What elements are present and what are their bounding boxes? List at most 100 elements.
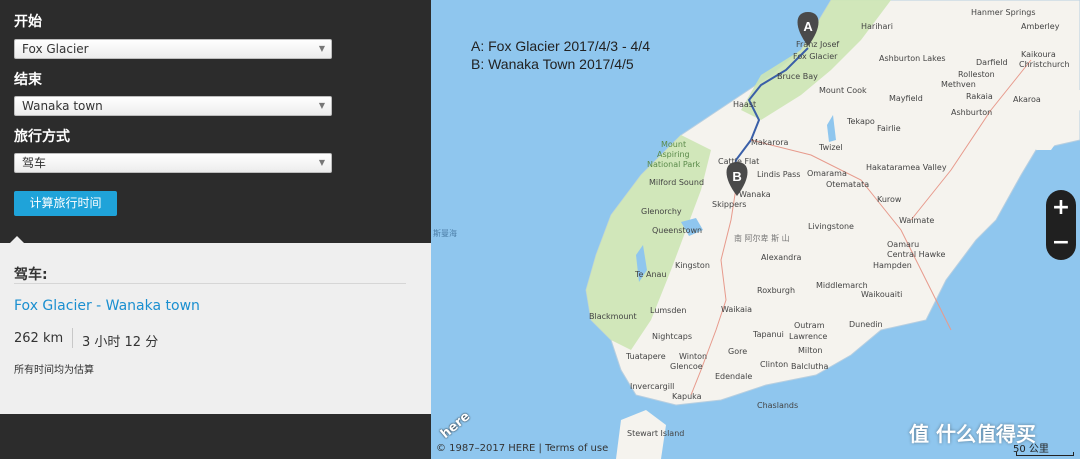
route-from: Fox Glacier xyxy=(14,298,92,314)
park-label: National Park xyxy=(647,160,701,169)
place-label-clinton: Clinton xyxy=(760,360,789,369)
chevron-down-icon: ▼ xyxy=(318,101,325,110)
place-label-waikouaiti: Waikouaiti xyxy=(861,290,903,299)
place-label-outram: Outram xyxy=(794,321,825,330)
place-label-twizel: Twizel xyxy=(819,143,843,152)
place-label-lindis-pass: Lindis Pass xyxy=(757,170,801,179)
route-to: Wanaka town xyxy=(105,298,200,314)
travel-mode-value: 驾车 xyxy=(22,156,47,170)
place-label-skippers: Skippers xyxy=(712,200,747,209)
place-label-christchurch: Christchurch xyxy=(1019,60,1070,69)
place-label-milton: Milton xyxy=(798,346,823,355)
end-select[interactable]: Wanaka town ▼ xyxy=(14,96,332,116)
route-panel: 开始 Fox Glacier ▼ 结束 Wanaka town ▼ 旅行方式 驾… xyxy=(0,0,431,459)
place-label-ashburton: Ashburton xyxy=(951,108,993,117)
place-label-queenstown: Queenstown xyxy=(652,226,703,235)
place-label-middlemarch: Middlemarch xyxy=(816,281,868,290)
place-label-kurow: Kurow xyxy=(877,195,902,204)
result-mode-title: 驾车: xyxy=(14,267,48,283)
route-distance: 262 km xyxy=(14,331,64,346)
place-label-kaikoura: Kaikoura xyxy=(1021,50,1056,59)
result-panel xyxy=(0,243,431,414)
place-label-lawrence: Lawrence xyxy=(789,332,828,341)
place-label-nightcaps: Nightcaps xyxy=(652,332,693,341)
place-label-haast: Haast xyxy=(733,100,757,109)
place-label-hampden: Hampden xyxy=(873,261,912,270)
place-label-otematata: Otematata xyxy=(826,180,870,189)
panel-notch xyxy=(10,236,24,243)
legend-b: B: Wanaka Town 2017/4/5 xyxy=(471,56,634,72)
marker-a-label: A xyxy=(803,19,813,34)
place-label-amberley: Amberley xyxy=(1021,22,1060,31)
legend-a: A: Fox Glacier 2017/4/3 - 4/4 xyxy=(471,38,650,54)
place-label-omarama: Omarama xyxy=(807,169,847,178)
place-label-kapuka: Kapuka xyxy=(672,392,702,401)
place-label-darfield: Darfield xyxy=(976,58,1008,67)
zoom-in-button[interactable]: + xyxy=(1046,190,1076,225)
start-select-value: Fox Glacier xyxy=(22,42,89,56)
place-label-livingstone: Livingstone xyxy=(808,222,854,231)
place-label-fox-glacier: Fox Glacier xyxy=(793,52,838,61)
place-label-roxburgh: Roxburgh xyxy=(757,286,796,295)
place-label-glencoe: Glencoe xyxy=(670,362,703,371)
zoom-control: + − xyxy=(1046,190,1076,260)
place-label-balclutha: Balclutha xyxy=(791,362,829,371)
place-label-hanmer-springs: Hanmer Springs xyxy=(971,8,1036,17)
place-label-winton: Winton xyxy=(679,352,708,361)
estimate-note: 所有时间均为估算 xyxy=(14,365,94,376)
place-label-te-anau: Te Anau xyxy=(635,270,667,279)
route-duration: 3 小时 12 分 xyxy=(82,335,159,350)
place-label-central-hawke: Central Hawke xyxy=(887,250,946,259)
place-label-methven: Methven xyxy=(941,80,976,89)
copyright-text: © 1987–2017 HERE | Terms of use xyxy=(436,443,609,454)
route-separator: - xyxy=(91,298,106,314)
place-label-kingston: Kingston xyxy=(675,261,710,270)
place-label-mayfield: Mayfield xyxy=(889,94,923,103)
place-label-rolleston: Rolleston xyxy=(958,70,995,79)
place-label-tapanui: Tapanui xyxy=(753,330,784,339)
calculate-time-button[interactable]: 计算旅行时间 xyxy=(14,191,117,216)
place-label-bruce-bay: Bruce Bay xyxy=(777,72,818,81)
place-label-tekapo: Tekapo xyxy=(847,117,875,126)
place-label-fairlie: Fairlie xyxy=(877,124,901,133)
place-label-makarora: Makarora xyxy=(751,138,789,147)
place-label-akaroa: Akaroa xyxy=(1013,95,1041,104)
place-label-edendale: Edendale xyxy=(715,372,753,381)
place-label-invercargill: Invercargill xyxy=(630,382,675,391)
place-label-tuatapere: Tuatapere xyxy=(626,352,666,361)
start-select[interactable]: Fox Glacier ▼ xyxy=(14,39,332,59)
end-select-value: Wanaka town xyxy=(22,99,103,113)
place-label-stewart-island: Stewart Island xyxy=(627,429,685,438)
place-label-harihari: Harihari xyxy=(861,22,893,31)
place-label-gore: Gore xyxy=(728,347,748,356)
end-label: 结束 xyxy=(14,72,42,88)
place-label-chaslands: Chaslands xyxy=(757,401,799,410)
range-label: 南 阿尔卑 斯 山 xyxy=(734,234,790,243)
place-label-dunedin: Dunedin xyxy=(849,320,883,329)
park-label: Mount xyxy=(661,140,687,149)
place-label-hakataramea-valley: Hakataramea Valley xyxy=(866,163,947,172)
place-label-alexandra: Alexandra xyxy=(761,253,802,262)
place-label-oamaru: Oamaru xyxy=(887,240,920,249)
travel-mode-select[interactable]: 驾车 ▼ xyxy=(14,153,332,173)
place-label-glenorchy: Glenorchy xyxy=(641,207,682,216)
park-label: Aspiring xyxy=(657,150,690,159)
result-divider xyxy=(14,283,406,284)
place-label-rakaia: Rakaia xyxy=(966,92,993,101)
sea-label: 斯曼海 xyxy=(433,229,457,238)
place-label-lumsden: Lumsden xyxy=(650,306,687,315)
place-label-blackmount: Blackmount xyxy=(589,312,637,321)
place-label-ashburton-lakes: Ashburton Lakes xyxy=(879,54,946,63)
map-view[interactable]: A B A: Fox Glacier 2017/4/3 - 4/4 B: Wan… xyxy=(431,0,1080,459)
zoom-out-button[interactable]: − xyxy=(1046,225,1076,260)
chevron-down-icon: ▼ xyxy=(318,158,325,167)
map-copyright[interactable]: © 1987–2017 HERE | Terms of use xyxy=(436,443,608,454)
travel-mode-label: 旅行方式 xyxy=(14,129,70,145)
place-label-milford-sound: Milford Sound xyxy=(649,178,705,187)
scale-bar xyxy=(1016,452,1074,456)
marker-b-label: B xyxy=(732,169,741,184)
start-label: 开始 xyxy=(14,14,42,30)
place-label-wanaka: Wanaka xyxy=(739,190,771,199)
stats-divider xyxy=(72,328,73,348)
route-link[interactable]: Fox Glacier - Wanaka town xyxy=(14,298,200,314)
